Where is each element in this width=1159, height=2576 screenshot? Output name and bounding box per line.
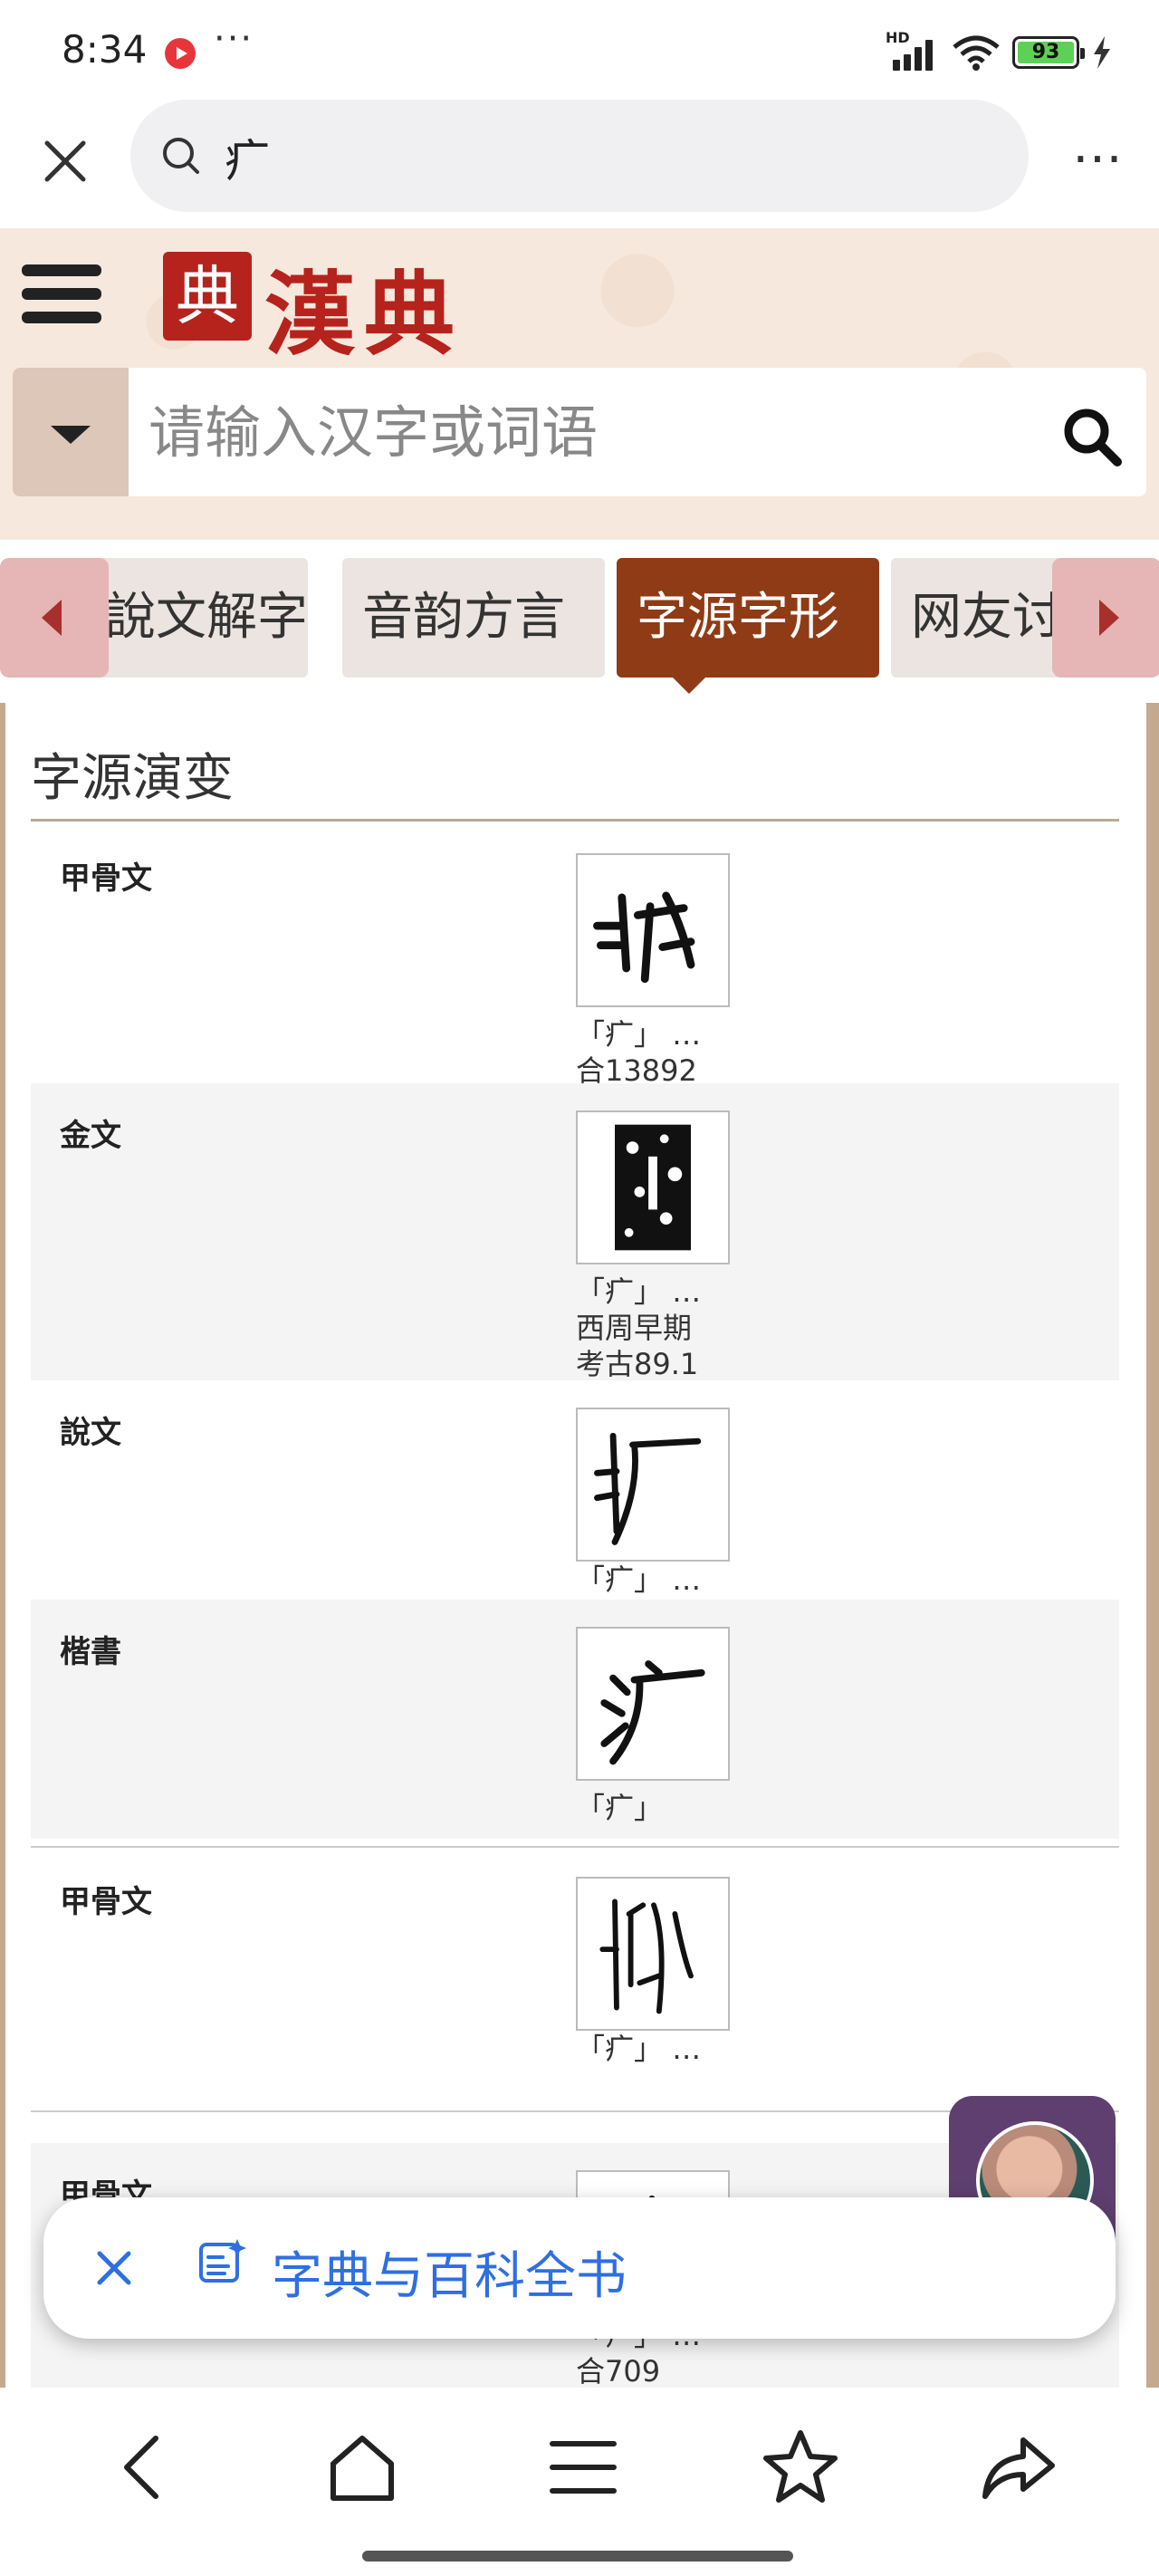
wifi-icon xyxy=(953,35,1000,71)
script-label: 楷書 xyxy=(60,1634,121,1670)
more-icon[interactable]: ⋯ xyxy=(1072,129,1126,187)
network-badge: HD xyxy=(886,29,910,46)
address-query: 疒 xyxy=(225,135,270,187)
address-bar[interactable]: 疒 xyxy=(130,100,1029,212)
section-title: 字源演变 xyxy=(31,749,234,808)
assistant-label[interactable]: 字典与百科全书 xyxy=(272,2235,627,2309)
close-icon[interactable] xyxy=(89,2243,139,2293)
tabs-next-button[interactable] xyxy=(1052,558,1159,678)
recording-icon xyxy=(165,38,196,69)
glyph-caption: 「疒」 … xyxy=(576,2032,702,2066)
back-icon[interactable] xyxy=(101,2424,188,2511)
section-divider xyxy=(31,819,1119,822)
panel-border-right xyxy=(1146,703,1159,2388)
script-label: 甲骨文 xyxy=(60,1884,152,1920)
glyph-row: 甲骨文 「疒」 … 合13892 xyxy=(31,826,1119,1088)
glyph-caption: 「疒」 … xyxy=(576,1562,702,1597)
search-input[interactable] xyxy=(148,395,963,469)
script-label: 甲骨文 xyxy=(60,860,152,897)
site-logo[interactable]: 漢典 xyxy=(264,241,464,372)
logo-seal[interactable]: 典 xyxy=(163,252,252,341)
signal-icon: HD xyxy=(886,29,940,71)
group-divider xyxy=(31,1846,1119,1848)
star-icon[interactable] xyxy=(757,2424,844,2511)
kaishu-glyph-image[interactable] xyxy=(576,1627,730,1781)
assistant-bar[interactable]: 字典与百科全书 xyxy=(43,2197,1116,2339)
share-icon[interactable] xyxy=(974,2424,1061,2511)
oracle-glyph-image[interactable] xyxy=(576,853,730,1007)
active-tab-pointer xyxy=(671,676,707,694)
panel-border-left xyxy=(0,703,5,2388)
glyph-row: 楷書 「疒」 xyxy=(31,1600,1119,1839)
tab-yinyun[interactable]: 音韵方言 xyxy=(342,558,605,678)
browser-bottom-nav xyxy=(0,2388,1159,2576)
shuowen-glyph-image[interactable] xyxy=(576,1408,730,1562)
screen: 8:34 ··· HD 93 疒 ⋯ 典 漢典 请输入汉字或词语 說文解字 音韵… xyxy=(0,0,1159,2576)
battery-level: 93 xyxy=(1018,42,1074,63)
glyph-caption: 「疒」 … 合13892 xyxy=(576,1017,702,1088)
glyph-caption: 「疒」 xyxy=(576,1791,664,1825)
hamburger-menu-icon[interactable] xyxy=(22,261,103,328)
glyph-row: 說文 「疒」 … xyxy=(31,1380,1119,1600)
status-icons: HD 93 xyxy=(886,29,1112,72)
glyph-row: 甲骨文 「疒」 … xyxy=(31,1850,1119,2112)
chevron-down-icon[interactable] xyxy=(13,368,129,496)
script-label: 金文 xyxy=(60,1118,121,1154)
glyph-row: 金文 「疒」 … 西周早期 考古89.1 xyxy=(31,1083,1119,1381)
more-notifications-icon: ··· xyxy=(214,18,254,60)
browser-toolbar: 疒 ⋯ xyxy=(0,100,1159,228)
battery-icon: 93 xyxy=(1012,36,1085,69)
search-button[interactable] xyxy=(1059,404,1125,469)
tab-ziyuan[interactable]: 字源字形 xyxy=(617,558,879,678)
site-search-box xyxy=(13,368,1146,496)
glyph-caption: 「疒」 … 西周早期 考古89.1 xyxy=(576,1274,702,1381)
bronze-glyph-image[interactable] xyxy=(576,1110,730,1264)
status-bar: 8:34 ··· HD 93 xyxy=(0,0,1159,100)
tabs-icon[interactable] xyxy=(540,2424,627,2511)
script-label: 說文 xyxy=(60,1415,121,1451)
status-time: 8:34 xyxy=(62,27,148,72)
home-indicator[interactable] xyxy=(362,2551,793,2562)
charging-icon xyxy=(1094,36,1110,69)
search-icon xyxy=(163,138,199,174)
tabs-prev-button[interactable] xyxy=(0,558,109,678)
site-header: 典 漢典 xyxy=(0,228,1159,540)
close-icon[interactable] xyxy=(36,132,94,190)
ai-document-icon xyxy=(199,2239,246,2283)
home-icon[interactable] xyxy=(319,2424,406,2511)
oracle-glyph-image[interactable] xyxy=(576,1877,730,2031)
section-tabs: 說文解字 音韵方言 字源字形 网友讨 xyxy=(0,542,1159,697)
